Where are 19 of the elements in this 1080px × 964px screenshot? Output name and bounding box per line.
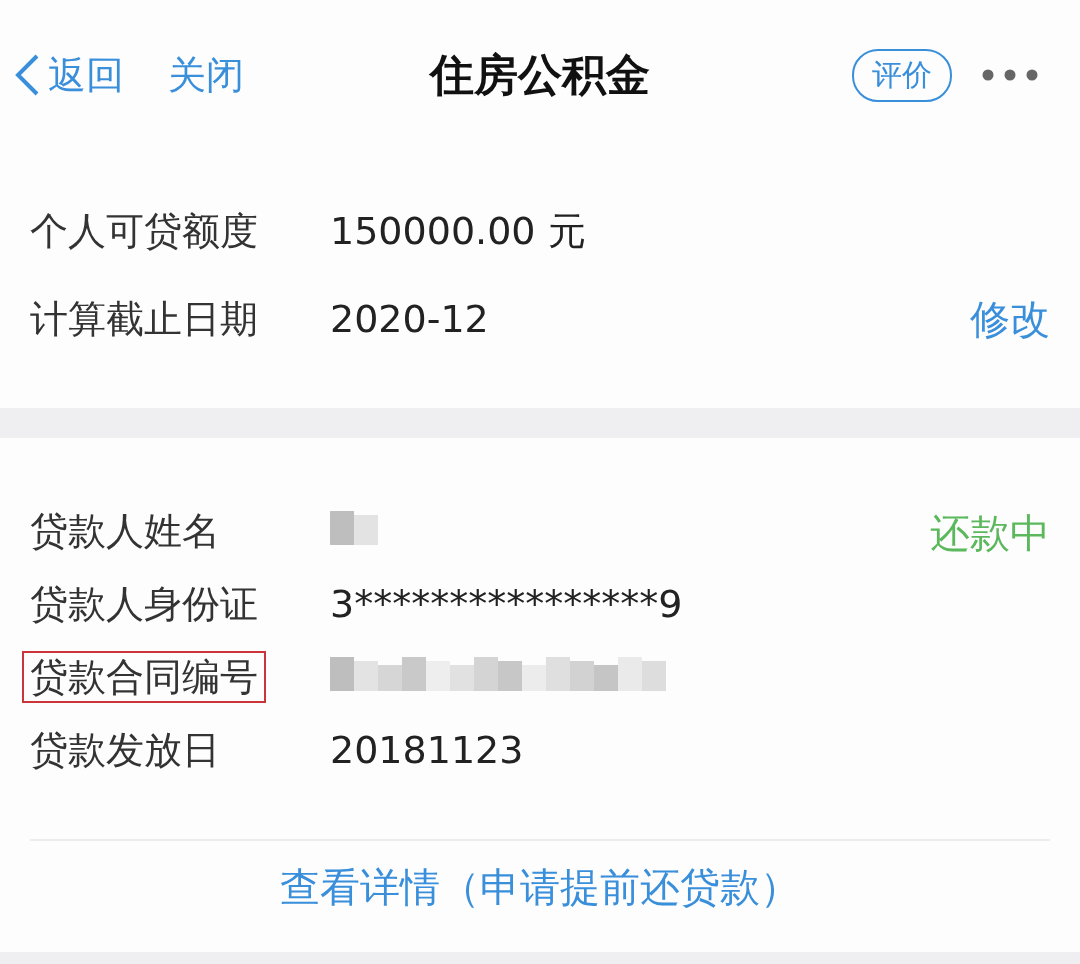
field-value: 150000.00 元 <box>330 207 586 255</box>
back-button[interactable]: 返回 <box>14 49 124 101</box>
back-icon <box>14 53 40 97</box>
field-value: 2020-12 <box>330 297 489 341</box>
field-label: 贷款发放日 <box>30 727 220 772</box>
field-label: 计算截止日期 <box>30 295 259 343</box>
more-icon[interactable] <box>982 69 1038 81</box>
edit-link[interactable]: 修改 <box>970 291 1050 347</box>
close-button[interactable]: 关闭 <box>168 49 244 101</box>
field-label: 贷款合同编号 <box>22 650 266 703</box>
field-value: 3****************9 <box>330 582 683 626</box>
page-title: 住房公积金 <box>430 48 650 100</box>
details-link[interactable]: 查看详情（申请提前还贷款） <box>274 859 806 916</box>
field-label: 个人可贷额度 <box>30 207 259 255</box>
field-value: 20181123 <box>330 728 524 772</box>
loan-status: 还款中 <box>930 509 1050 558</box>
field-label: 贷款人姓名 <box>30 508 220 553</box>
field-label: 贷款人身份证 <box>30 581 258 626</box>
rate-button[interactable]: 评价 <box>852 48 952 102</box>
